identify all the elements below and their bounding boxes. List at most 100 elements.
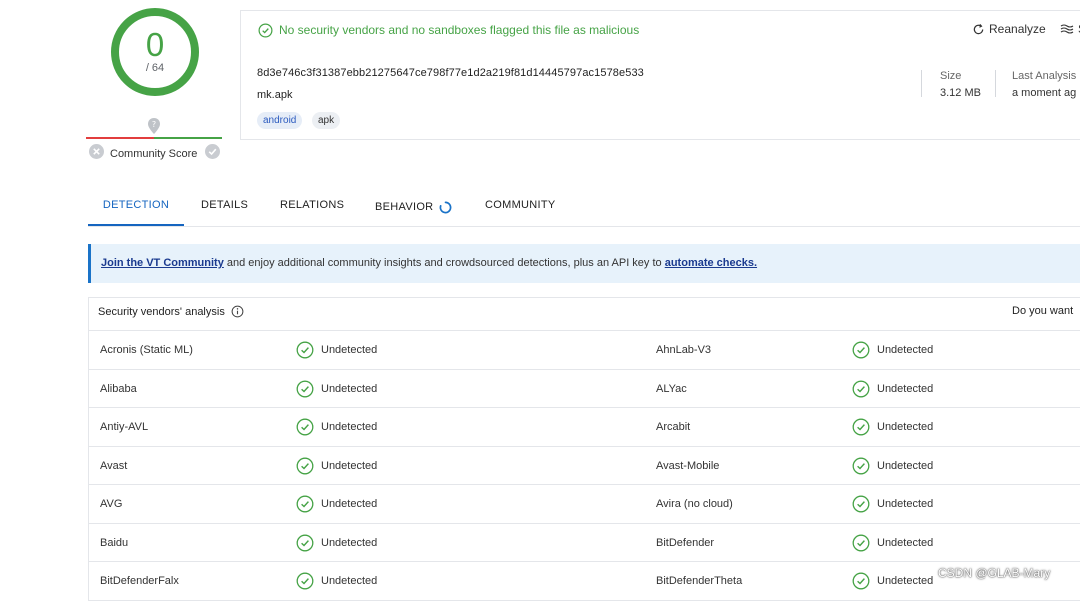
check-circle-icon	[296, 572, 314, 590]
table-row: Antiy-AVL Undetected Arcabit Undetected	[89, 408, 1080, 447]
vendor-result: Undetected	[296, 562, 377, 600]
community-score-bar-positive	[154, 137, 222, 139]
vendor-name: Avast-Mobile	[656, 459, 720, 472]
vendor-result: Undetected	[852, 562, 933, 600]
table-row: Alibaba Undetected ALYac Undetected	[89, 370, 1080, 408]
vendor-name: Antiy-AVL	[100, 421, 149, 433]
tab-behavior[interactable]: BEHAVIOR	[375, 189, 452, 225]
vendor-name: Acronis (Static ML)	[100, 344, 193, 356]
vendor-name: BitDefender	[656, 536, 715, 549]
vendor-result-text: Undetected	[877, 421, 934, 433]
vote-harmless-icon[interactable]	[205, 144, 220, 159]
size-value: 3.12 MB	[940, 87, 981, 99]
watermark: CSDN @GLAB-Mary	[938, 566, 1051, 580]
check-circle-icon	[296, 380, 314, 397]
info-icon[interactable]	[231, 305, 244, 318]
vendor-result-text: Undetected	[321, 498, 378, 510]
check-circle-icon	[296, 418, 314, 436]
check-circle-icon	[296, 341, 314, 359]
divider	[921, 70, 922, 97]
vendor-result: Undetected	[296, 447, 377, 485]
report-tabs: DETECTION DETAILS RELATIONS BEHAVIOR COM…	[88, 189, 1080, 227]
check-circle-icon	[852, 572, 870, 590]
vendor-result: Undetected	[852, 331, 933, 369]
tab-behavior-label: BEHAVIOR	[375, 200, 434, 213]
vendor-result: Undetected	[852, 447, 933, 485]
vendor-result: Undetected	[296, 370, 377, 408]
tab-relations[interactable]: RELATIONS	[280, 189, 344, 225]
similar-icon	[1060, 24, 1074, 34]
vendor-result-text: Undetected	[877, 575, 934, 587]
check-circle-icon	[296, 534, 314, 551]
vendor-result: Undetected	[852, 524, 933, 562]
vendor-name: Baidu	[100, 536, 129, 549]
vendor-result: Undetected	[296, 485, 377, 523]
tab-details[interactable]: DETAILS	[201, 189, 248, 225]
file-hash[interactable]: 8d3e746c3f31387ebb21275647ce798f77e1d2a2…	[257, 67, 644, 79]
tab-community[interactable]: COMMUNITY	[485, 189, 556, 225]
check-circle-icon	[258, 23, 273, 37]
vendor-result-text: Undetected	[877, 498, 934, 510]
table-row: Acronis (Static ML) Undetected AhnLab-V3 Un…	[89, 331, 1080, 370]
vendor-result-text: Undetected	[877, 382, 934, 395]
vendor-result-text: Undetected	[321, 421, 378, 433]
detection-score-value: 0	[145, 26, 165, 63]
vote-malicious-icon[interactable]	[89, 144, 104, 159]
automate-checks-link[interactable]: automate checks.	[665, 257, 757, 269]
check-circle-icon	[852, 380, 870, 397]
vendor-result: Undetected	[296, 524, 377, 562]
vendor-name: Arcabit	[656, 421, 691, 433]
vendor-result-text: Undetected	[321, 575, 378, 587]
tag-apk[interactable]: apk	[312, 112, 341, 129]
check-circle-icon	[852, 341, 870, 359]
check-circle-icon	[296, 457, 314, 474]
vendor-result-text: Undetected	[877, 536, 934, 549]
last-analysis-label: Last Analysis	[1012, 70, 1077, 82]
vendor-result-text: Undetected	[321, 459, 378, 472]
vendor-name: BitDefenderFalx	[100, 575, 179, 587]
verdict-status: No security vendors and no sandboxes fla…	[258, 22, 639, 38]
vendor-result-text: Undetected	[877, 459, 934, 472]
vendor-result: Undetected	[296, 408, 377, 446]
check-circle-icon	[852, 418, 870, 436]
banner-middle-text: and enjoy additional community insights …	[223, 257, 665, 269]
check-circle-icon	[852, 457, 870, 474]
vendor-result-text: Undetected	[321, 382, 378, 395]
vendor-result-text: Undetected	[877, 344, 934, 356]
tag-android[interactable]: android	[257, 112, 303, 129]
vendor-name: Alibaba	[100, 382, 137, 395]
similar-button[interactable]: S	[1060, 22, 1080, 36]
vendor-name: ALYac	[656, 382, 687, 395]
vendor-result: Undetected	[852, 408, 933, 446]
community-score-bar-negative	[86, 137, 154, 139]
table-row: Avast Undetected Avast-Mobile Undetected	[89, 447, 1080, 485]
check-circle-icon	[852, 495, 870, 513]
vendor-name: AhnLab-V3	[656, 344, 712, 356]
table-row: BitDefenderFalx Undetected BitDefenderThet…	[89, 562, 1080, 601]
vendor-results-table: Acronis (Static ML) Undetected AhnLab-V3 Un…	[88, 331, 1080, 601]
map-pin-icon: ?	[148, 118, 160, 134]
community-banner-text: Join the VT Community and enjoy addition…	[101, 257, 757, 269]
vendors-title-text: Security vendors' analysis	[98, 305, 225, 318]
loading-spinner-icon	[440, 201, 452, 213]
check-circle-icon	[296, 495, 314, 513]
reanalyze-label: Reanalyze	[989, 22, 1046, 36]
size-label: Size	[940, 70, 962, 82]
vendor-result-text: Undetected	[321, 344, 378, 356]
vendor-name: BitDefenderTheta	[656, 575, 743, 587]
vendor-result: Undetected	[852, 370, 933, 408]
join-community-link[interactable]: Join the VT Community	[101, 257, 224, 269]
table-row: AVG Undetected Avira (no cloud) Undetected	[89, 485, 1080, 524]
last-analysis-value: a moment ag	[1012, 87, 1077, 99]
check-circle-icon	[852, 534, 870, 551]
vendor-name: Avira (no cloud)	[656, 498, 733, 510]
refresh-icon	[973, 23, 984, 34]
vendor-name: Avast	[100, 459, 128, 472]
verdict-status-text: No security vendors and no sandboxes fla…	[279, 23, 640, 37]
reanalyze-button[interactable]: Reanalyze	[972, 22, 1046, 36]
table-row: Baidu Undetected BitDefender Undetected	[89, 524, 1080, 562]
api-prompt-text: Do you want	[1012, 305, 1074, 317]
vendors-title: Security vendors' analysis	[98, 305, 244, 318]
file-name: mk.apk	[257, 89, 293, 101]
tab-detection[interactable]: DETECTION	[88, 189, 184, 226]
